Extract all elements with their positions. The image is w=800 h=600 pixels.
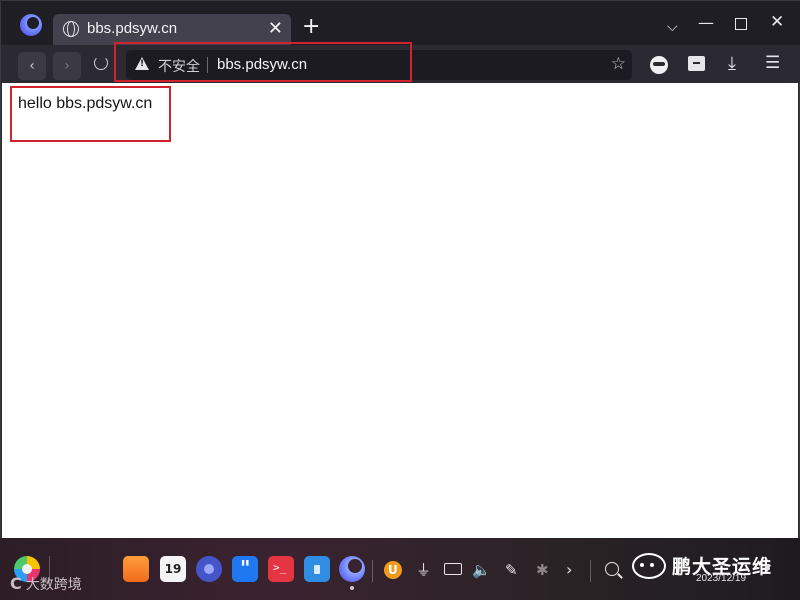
tab-list-chevron-icon[interactable]: ⌵: [667, 19, 678, 35]
back-button[interactable]: ‹: [18, 52, 46, 80]
url-highlight-box: [114, 42, 412, 82]
tab-bar: bbs.pdsyw.cn ✕ + ⌵ — ✕: [1, 1, 800, 45]
reload-icon[interactable]: [94, 56, 108, 70]
close-window-button[interactable]: ✕: [770, 14, 784, 31]
body-highlight-box: [10, 86, 171, 142]
pen-icon[interactable]: ✎: [505, 561, 518, 579]
download-icon[interactable]: ⤓: [728, 53, 736, 74]
usb-icon[interactable]: ⏚: [416, 561, 431, 579]
file-manager-icon[interactable]: [304, 556, 330, 582]
browser-logo-icon[interactable]: [20, 14, 42, 36]
browser-window: bbs.pdsyw.cn ✕ + ⌵ — ✕ ‹ › 不安全 bbs.pdsyw…: [0, 0, 800, 538]
page-content: hello bbs.pdsyw.cn: [2, 83, 798, 538]
forward-button[interactable]: ›: [53, 52, 81, 80]
notification-icon[interactable]: ▾: [764, 560, 771, 576]
tab-active[interactable]: bbs.pdsyw.cn ✕: [53, 14, 291, 45]
app-store-icon[interactable]: [123, 556, 149, 582]
menu-icon[interactable]: ☰: [765, 53, 780, 73]
tab-close-icon[interactable]: ✕: [268, 18, 283, 39]
maximize-button[interactable]: [735, 18, 747, 30]
search-icon[interactable]: [605, 562, 619, 576]
bluetooth-icon[interactable]: ✱: [536, 561, 549, 579]
running-indicator: [350, 586, 354, 590]
clock-date[interactable]: 2023/12/19: [696, 573, 746, 584]
tray-divider: [372, 560, 373, 582]
settings-gear-icon[interactable]: [196, 556, 222, 582]
messenger-icon[interactable]: [232, 556, 258, 582]
upgrade-u-icon[interactable]: [384, 561, 402, 579]
bookmark-star-icon[interactable]: ☆: [611, 54, 626, 74]
minimize-button[interactable]: —: [698, 15, 714, 31]
tray-expand-icon[interactable]: ›: [566, 561, 572, 579]
tab-title: bbs.pdsyw.cn: [87, 20, 178, 37]
tray-divider-2: [590, 560, 591, 582]
browser-dock-icon[interactable]: [339, 556, 365, 582]
left-watermark: C 大数跨境: [10, 574, 82, 593]
terminal-icon[interactable]: >_: [268, 556, 294, 582]
keyboard-icon[interactable]: [444, 563, 462, 575]
globe-icon: [63, 21, 79, 37]
container-box-icon[interactable]: [688, 56, 705, 71]
calendar-icon[interactable]: 19: [160, 556, 186, 582]
new-tab-button[interactable]: +: [302, 16, 320, 38]
volume-icon[interactable]: 🔈: [472, 561, 491, 579]
private-mask-icon[interactable]: [650, 56, 668, 74]
wechat-logo-icon: [632, 553, 666, 579]
